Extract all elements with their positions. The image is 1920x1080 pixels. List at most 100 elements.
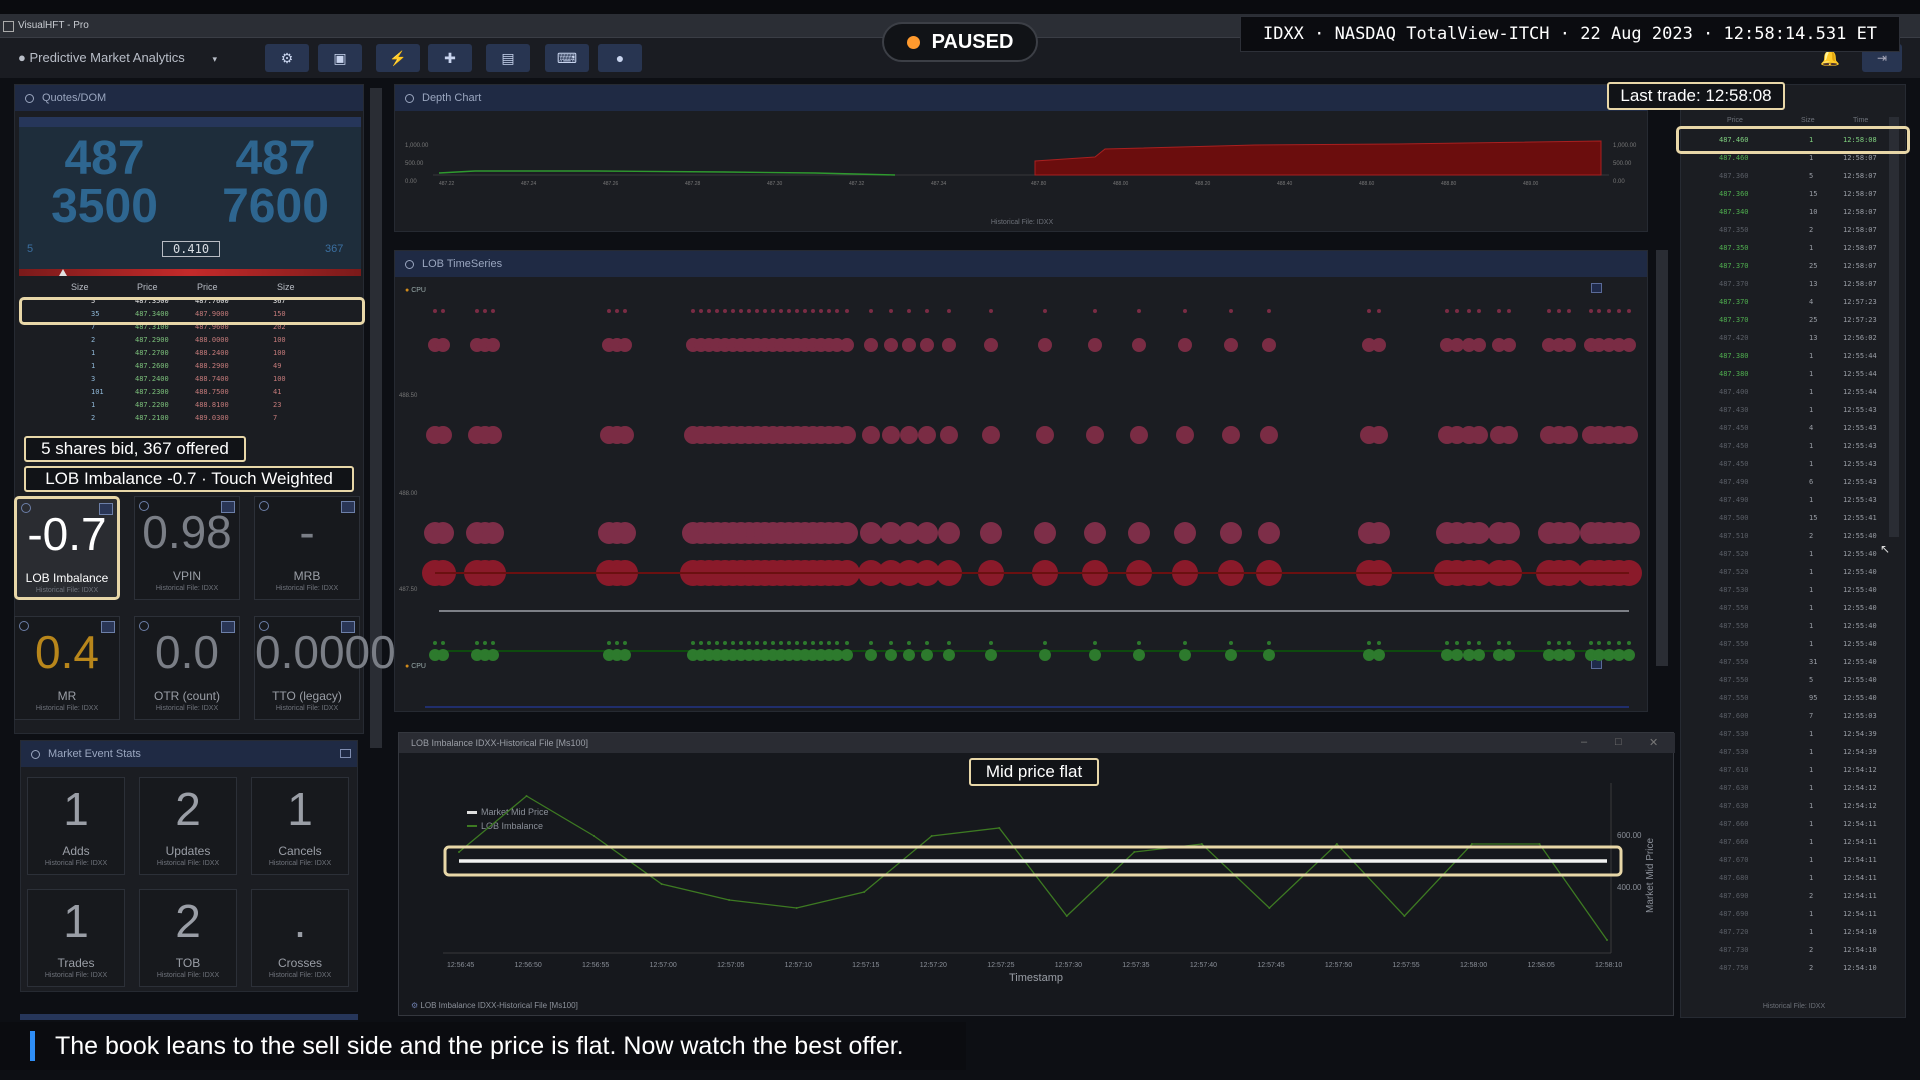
lob-row-3-bubble [918,426,936,444]
trade-row: 487.370 4 12:57:23 [1681,293,1909,311]
lob-row-2-bubble [984,338,998,352]
trade-cell: 31 [1809,658,1818,666]
lob-row-3-bubble [838,426,856,444]
monitor-icon: ▣ [333,49,347,66]
imbalance-bar [19,269,361,276]
lob-row-7-bubble [869,641,873,645]
lob-row-7-bubble [1627,641,1631,645]
trade-cell: 487.420 [1719,334,1749,342]
metric-source: Historical File: IDXX [155,585,219,592]
lob-row-1-bubble [747,309,751,313]
app-name-dropdown[interactable]: ● Predictive Market Analytics ▾ [18,50,217,65]
lob-row-6-bubble [921,649,933,661]
trade-cell: 1 [1809,604,1814,612]
stat-value: . [293,895,307,947]
lob-row-3-bubble [1500,426,1518,444]
imb-point [795,907,798,909]
monitor-button[interactable]: ▣ [318,44,362,72]
lob-row-7-bubble [615,641,619,645]
lob-row-7-bubble [771,641,775,645]
depth-x-tick: 488.00 [1113,181,1129,187]
lob-row-7-bubble [699,641,703,645]
trade-row: 487.610 1 12:54:12 [1681,761,1909,779]
trade-row: 487.690 1 12:54:11 [1681,905,1909,923]
lob-row-1-bubble [1597,309,1601,313]
lob-row-1-bubble [715,309,719,313]
trade-cell: 12:54:11 [1843,838,1877,846]
lob-row-4-bubble [432,522,454,544]
lob-row-6-bubble [985,649,997,661]
trade-cell: 1 [1809,244,1814,252]
minimize-icon[interactable]: – [1581,736,1587,748]
maximize-icon[interactable]: □ [1615,736,1622,748]
settings-button[interactable]: ⚙ [265,44,309,72]
trade-cell: 2 [1809,532,1814,540]
trade-cell: 1 [1809,568,1814,576]
metric-tile-otr-count-[interactable]: 0.0 OTR (count) Historical File: IDXX [134,616,240,720]
imb-point [930,835,933,837]
trade-cell: 12:55:40 [1843,550,1877,558]
analytics-button[interactable]: ▤ [486,44,530,72]
depth-x-tick: 487.32 [849,181,865,187]
lob-row-1-bubble [1557,309,1561,313]
imbalance-marker-icon [59,269,67,276]
imb-point [1538,843,1541,845]
plugins-button[interactable]: ✚ [428,44,472,72]
trade-cell: 12:55:40 [1843,694,1877,702]
lob-row-7-bubble [779,641,783,645]
metric-value: 0.98 [142,506,232,558]
metric-tile-mr[interactable]: 0.4 MR Historical File: IDXX [14,616,120,720]
trade-cell: 12:55:40 [1843,568,1877,576]
metric-tile-vpin[interactable]: 0.98 VPIN Historical File: IDXX [134,496,240,600]
center-scrollbar[interactable] [1656,250,1668,666]
trade-cell: 487.460 [1719,154,1749,162]
trade-cell: 12:54:11 [1843,820,1877,828]
stat-tile-adds: 1 Adds Historical File: IDXX [27,777,125,875]
gear-icon [25,93,34,103]
dom-col-bid-price: Price [137,282,158,292]
dom-cell: 487.2200 [135,401,169,409]
lob-row-3-bubble [1130,426,1148,444]
lob-row-7-bubble [1183,641,1187,645]
lob-row-6-bubble [903,649,915,661]
lob-row-1-bubble [1377,309,1381,313]
lob-row-1-bubble [623,309,627,313]
trade-cell: 12:54:12 [1843,802,1877,810]
puzzle-icon: ✚ [444,49,456,66]
depth-chart: 1,000.00 1,000.00 500.00 500.00 0.00 0.00 487.… [405,140,1637,187]
depth-x-tick: 488.40 [1277,181,1293,187]
dom-cell: 100 [273,349,286,357]
dom-cell: 2 [91,336,96,344]
user-button[interactable]: ● [598,44,642,72]
lob-row-4-bubble [1174,522,1196,544]
metric-label: MR [57,689,77,703]
metric-tile-lob-imbalance[interactable]: -0.7 LOB Imbalance Historical File: IDXX [14,496,120,600]
lob-row-4-bubble [1558,522,1580,544]
lob-row-2-bubble [1262,338,1276,352]
trade-cell: 12:54:39 [1843,730,1877,738]
metric-tile-tto-legacy-[interactable]: 0.0000 TTO (legacy) Historical File: IDXX [254,616,396,720]
bolt-button[interactable]: ⚡ [376,44,420,72]
stat-label: Crosses [277,956,322,970]
trade-row: 487.720 1 12:54:10 [1681,923,1909,941]
legend-mid-swatch [467,811,477,814]
trade-cell: 1 [1809,406,1814,414]
trade-cell: 12:55:40 [1843,532,1877,540]
metric-tile-mrb[interactable]: - MRB Historical File: IDXX [254,496,360,600]
depth-x-tick: 487.80 [1031,181,1047,187]
close-icon[interactable]: ✕ [1649,736,1658,749]
stat-tile-cancels: 1 Cancels Historical File: IDXX [251,777,349,875]
trades-scrollbar[interactable] [1889,117,1899,537]
trade-cell: 12:54:11 [1843,874,1877,882]
panel-config-icon[interactable] [340,749,351,758]
keyboard-button[interactable]: ⌨ [545,44,589,72]
imb-point [1470,843,1473,845]
stat-label: Adds [62,844,90,858]
dom-row: 3 487.2400 488.7400 100 [35,373,375,386]
trade-cell: 487.630 [1719,802,1749,810]
lob-row-3-bubble [1176,426,1194,444]
lob-row-2-bubble [864,338,878,352]
imb-x-tick: 12:57:55 [1392,962,1419,969]
trade-cell: 487.690 [1719,910,1749,918]
trade-row: 487.660 1 12:54:11 [1681,815,1909,833]
